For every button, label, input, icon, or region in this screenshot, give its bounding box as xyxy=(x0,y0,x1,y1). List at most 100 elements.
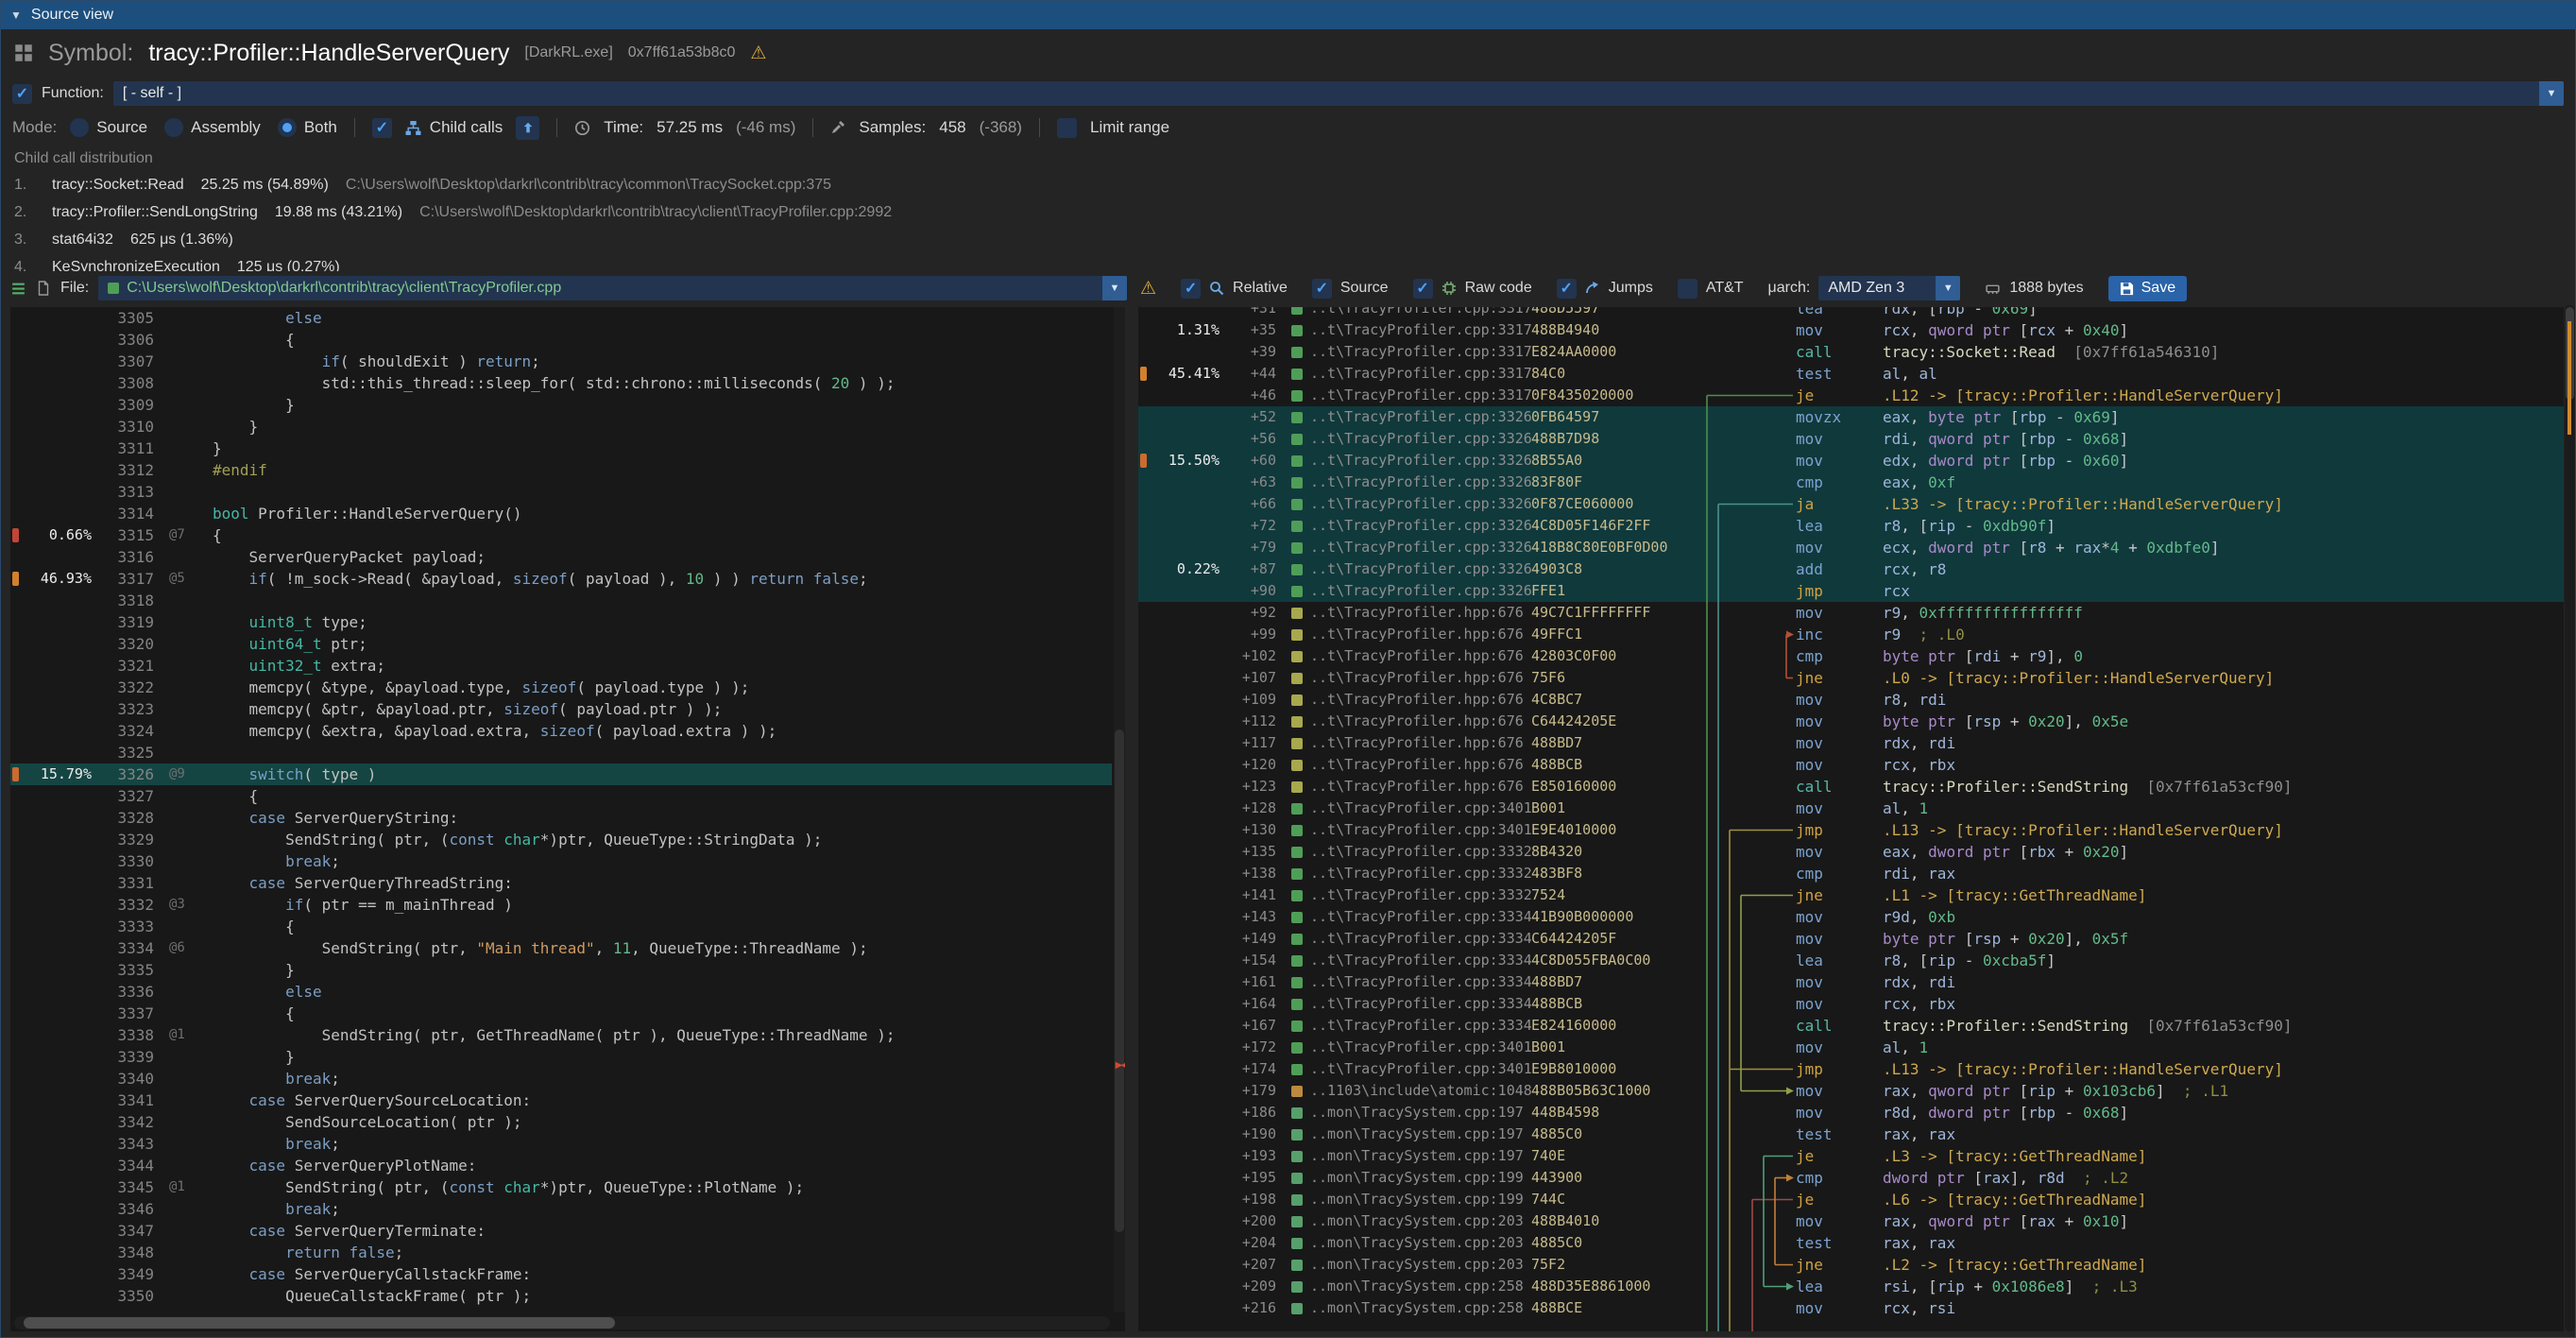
source-line[interactable]: 46.93%3317@5 if( !m_sock->Read( &payload… xyxy=(10,568,1112,590)
source-line[interactable]: 3313 xyxy=(10,481,1112,503)
asm-row[interactable]: +56..t\TracyProfiler.cpp:3326488B7D98mov… xyxy=(1138,428,2564,450)
source-line[interactable]: 15.79%3326@9 switch( type ) xyxy=(10,763,1112,785)
source-horizontal-scrollbar[interactable] xyxy=(14,1316,1110,1329)
asm-row[interactable]: +135..t\TracyProfiler.cpp:33328B4320move… xyxy=(1138,841,2564,863)
source-line[interactable]: 3322 memcpy( &type, &payload.type, sizeo… xyxy=(10,677,1112,698)
source-line[interactable]: 3308 std::this_thread::sleep_for( std::c… xyxy=(10,372,1112,394)
source-line[interactable]: 3346 break; xyxy=(10,1198,1112,1220)
child-call-entry[interactable]: 2.tracy::Profiler::SendLongString19.88 m… xyxy=(14,198,2562,226)
source-line[interactable]: 3347 case ServerQueryTerminate: xyxy=(10,1220,1112,1242)
asm-row[interactable]: +90..t\TracyProfiler.cpp:3326FFE1jmprcx xyxy=(1138,580,2564,602)
asm-row[interactable]: +63..t\TracyProfiler.cpp:332683F80Fcmpea… xyxy=(1138,472,2564,493)
asm-row[interactable]: +198..mon\TracySystem.cpp:199744Cje.L6 -… xyxy=(1138,1189,2564,1210)
asm-row[interactable]: +109..t\TracyProfiler.hpp:6764C8BC7movr8… xyxy=(1138,689,2564,711)
asm-row[interactable]: +117..t\TracyProfiler.hpp:676488BD7movrd… xyxy=(1138,732,2564,754)
child-call-entry[interactable]: 4.KeSynchronizeExecution125 μs (0.27%) xyxy=(14,253,2562,271)
checkbox[interactable]: ✓ xyxy=(1557,279,1577,299)
mode-radio-assembly[interactable]: Assembly xyxy=(164,118,261,137)
source-line[interactable]: 3332@3 if( ptr == m_mainThread ) xyxy=(10,894,1112,916)
asm-row[interactable]: +164..t\TracyProfiler.cpp:3334488BCBmovr… xyxy=(1138,993,2564,1015)
asm-row[interactable]: 1.31%+35..t\TracyProfiler.cpp:3317488B49… xyxy=(1138,319,2564,341)
source-line[interactable]: 3309 } xyxy=(10,394,1112,416)
asm-row[interactable]: +200..mon\TracySystem.cpp:203488B4010mov… xyxy=(1138,1210,2564,1232)
source-line[interactable]: 3343 break; xyxy=(10,1133,1112,1155)
asm-row[interactable]: 0.22%+87..t\TracyProfiler.cpp:33264903C8… xyxy=(1138,558,2564,580)
source-line[interactable]: 3330 break; xyxy=(10,850,1112,872)
source-line[interactable]: 3348 return false; xyxy=(10,1242,1112,1263)
asm-row[interactable]: +141..t\TracyProfiler.cpp:33327524jne.L1… xyxy=(1138,884,2564,906)
asm-row[interactable]: +138..t\TracyProfiler.cpp:3332483BF8cmpr… xyxy=(1138,863,2564,884)
source-line[interactable]: 3328 case ServerQueryString: xyxy=(10,807,1112,829)
asm-row[interactable]: +161..t\TracyProfiler.cpp:3334488BD7movr… xyxy=(1138,971,2564,993)
chevron-down-icon[interactable]: ▼ xyxy=(1936,276,1960,300)
source-line[interactable]: 3319 uint8_t type; xyxy=(10,611,1112,633)
source-line[interactable]: 3349 case ServerQueryCallstackFrame: xyxy=(10,1263,1112,1285)
checkbox[interactable]: ✓ xyxy=(1181,279,1201,299)
chevron-down-icon[interactable]: ▼ xyxy=(2539,81,2564,106)
child-calls-checkbox[interactable]: ✓ xyxy=(372,118,392,138)
source-line[interactable]: 3334@6 SendString( ptr, "Main thread", 1… xyxy=(10,937,1112,959)
expand-samples-button[interactable] xyxy=(516,116,539,140)
source-line[interactable]: 3325 xyxy=(10,742,1112,763)
source-line[interactable]: 3341 case ServerQuerySourceLocation: xyxy=(10,1089,1112,1111)
source-line[interactable]: 3331 case ServerQueryThreadString: xyxy=(10,872,1112,894)
source-line[interactable]: 3342 SendSourceLocation( ptr ); xyxy=(10,1111,1112,1133)
relative-checkbox[interactable]: ✓ Relative xyxy=(1181,279,1288,299)
asm-row[interactable]: +195..mon\TracySystem.cpp:199443900cmpdw… xyxy=(1138,1167,2564,1189)
asm-row[interactable]: +79..t\TracyProfiler.cpp:3326418B8C80E0B… xyxy=(1138,537,2564,558)
mode-radio-source[interactable]: Source xyxy=(70,118,147,137)
source-line[interactable]: 3307 if( shouldExit ) return; xyxy=(10,351,1112,372)
asm-row[interactable]: +193..mon\TracySystem.cpp:197740Eje.L3 -… xyxy=(1138,1145,2564,1167)
asm-row[interactable]: +92..t\TracyProfiler.hpp:67649C7C1FFFFFF… xyxy=(1138,602,2564,624)
jumps-checkbox[interactable]: ✓ Jumps xyxy=(1557,279,1653,299)
chevron-down-icon[interactable]: ▼ xyxy=(1102,276,1127,300)
radio-circle[interactable] xyxy=(164,118,183,137)
save-button[interactable]: Save xyxy=(2108,276,2187,301)
asm-row[interactable]: +149..t\TracyProfiler.cpp:3334C64424205F… xyxy=(1138,928,2564,950)
limit-range-checkbox[interactable] xyxy=(1057,118,1077,138)
asm-row[interactable]: +130..t\TracyProfiler.cpp:3401E9E4010000… xyxy=(1138,819,2564,841)
source-line[interactable]: 3338@1 SendString( ptr, GetThreadName( p… xyxy=(10,1024,1112,1046)
asm-row[interactable]: +143..t\TracyProfiler.cpp:333441B90B0000… xyxy=(1138,906,2564,928)
checkbox[interactable]: ✓ xyxy=(1312,279,1332,299)
source-line[interactable]: 3305 else xyxy=(10,307,1112,329)
source-line[interactable]: 3339 } xyxy=(10,1046,1112,1068)
source-line[interactable]: 3311} xyxy=(10,437,1112,459)
asm-row[interactable]: 15.50%+60..t\TracyProfiler.cpp:33268B55A… xyxy=(1138,450,2564,472)
source-line[interactable]: 3333 { xyxy=(10,916,1112,937)
att-checkbox[interactable]: AT&T xyxy=(1678,279,1744,299)
asm-row[interactable]: +39..t\TracyProfiler.cpp:3317E824AA0000c… xyxy=(1138,341,2564,363)
asm-row[interactable]: +31..t\TracyProfiler.cpp:3317488D5597lea… xyxy=(1138,307,2564,319)
source-line[interactable]: 3312#endif xyxy=(10,459,1112,481)
uarch-selector[interactable]: AMD Zen 3 ▼ xyxy=(1818,276,1960,300)
source-line[interactable]: 3344 case ServerQueryPlotName: xyxy=(10,1155,1112,1176)
asm-row[interactable]: +207..mon\TracySystem.cpp:20375F2jne.L2 … xyxy=(1138,1254,2564,1276)
asm-row[interactable]: +120..t\TracyProfiler.hpp:676488BCBmovrc… xyxy=(1138,754,2564,776)
source-line[interactable]: 3324 memcpy( &extra, &payload.extra, siz… xyxy=(10,720,1112,742)
checkbox[interactable] xyxy=(1678,279,1697,299)
source-line[interactable]: 3327 { xyxy=(10,785,1112,807)
scrollbar-thumb[interactable] xyxy=(24,1317,615,1329)
asm-row[interactable]: +102..t\TracyProfiler.hpp:67642803C0F00c… xyxy=(1138,645,2564,667)
asm-row[interactable]: +209..mon\TracySystem.cpp:258488D35E8861… xyxy=(1138,1276,2564,1297)
file-selector[interactable]: C:\Users\wolf\Desktop\darkrl\contrib\tra… xyxy=(98,276,1127,300)
function-checkbox[interactable]: ✓ xyxy=(12,84,32,104)
source-line[interactable]: 3345@1 SendString( ptr, (const char*)ptr… xyxy=(10,1176,1112,1198)
source-line[interactable]: 3340 break; xyxy=(10,1068,1112,1089)
mode-radio-both[interactable]: Both xyxy=(278,118,337,137)
source-line[interactable]: 3336 else xyxy=(10,981,1112,1003)
asm-row[interactable]: +204..mon\TracySystem.cpp:2034885C0testr… xyxy=(1138,1232,2564,1254)
source-line[interactable]: 3306 { xyxy=(10,329,1112,351)
child-call-entry[interactable]: 1.tracy::Socket::Read25.25 ms (54.89%)C:… xyxy=(14,171,2562,198)
asm-row[interactable]: +167..t\TracyProfiler.cpp:3334E824160000… xyxy=(1138,1015,2564,1037)
source-line[interactable]: 3321 uint32_t extra; xyxy=(10,655,1112,677)
child-call-entry[interactable]: 3.stat64i32625 μs (1.36%) xyxy=(14,226,2562,253)
asm-row[interactable]: +216..mon\TracySystem.cpp:258488BCEmovrc… xyxy=(1138,1297,2564,1319)
title-bar[interactable]: ▼ Source view xyxy=(1,1,2575,29)
asm-vertical-scrollbar[interactable] xyxy=(2565,305,2575,1331)
source-line[interactable]: 3329 SendString( ptr, (const char*)ptr, … xyxy=(10,829,1112,850)
source-line[interactable]: 3337 { xyxy=(10,1003,1112,1024)
asm-row[interactable]: +46..t\TracyProfiler.cpp:33170F843502000… xyxy=(1138,385,2564,406)
asm-row[interactable]: +190..mon\TracySystem.cpp:1974885C0testr… xyxy=(1138,1124,2564,1145)
source-line[interactable]: 3316 ServerQueryPacket payload; xyxy=(10,546,1112,568)
